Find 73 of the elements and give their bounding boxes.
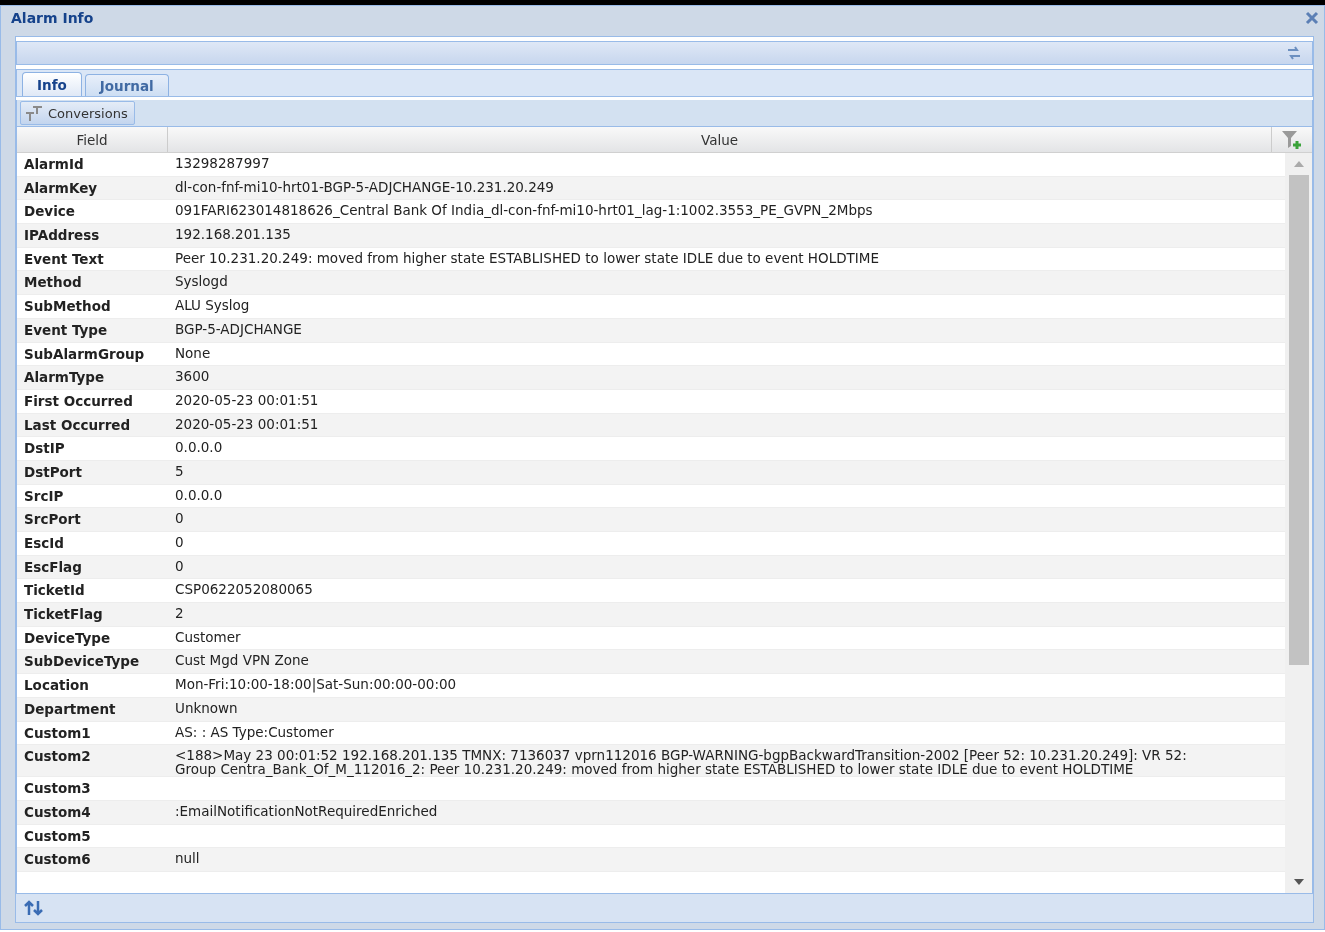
arrows-icon[interactable] bbox=[1286, 46, 1302, 60]
field-value: 2020-05-23 00:01:51 bbox=[174, 390, 320, 410]
field-value: 2020-05-23 00:01:51 bbox=[174, 414, 320, 434]
field-value: 0 bbox=[174, 509, 185, 529]
field-name: Method bbox=[23, 273, 83, 293]
field-name: Event Text bbox=[23, 249, 105, 269]
field-name: Department bbox=[23, 699, 117, 719]
field-name: Custom2 bbox=[23, 747, 92, 767]
field-value: 5 bbox=[174, 461, 185, 481]
field-name: First Occurred bbox=[23, 391, 134, 411]
field-name: Custom5 bbox=[23, 826, 92, 846]
field-value: 0.0.0.0 bbox=[174, 438, 224, 458]
field-value: null bbox=[174, 849, 201, 869]
field-name: SrcPort bbox=[23, 510, 82, 530]
field-value: <188>May 23 00:01:52 192.168.201.135 TMNX: 7136037 vprn112016 BGP-WARNING-bgpBackwardTransition-2002 [Peer 52: 10.231.20.249]: VR 52: Group Centra_Bank_Of_M_112016_2: Peer 10.231.20.249: moved from higher state ESTABLISHED to lower state IDLE due to event HOLDTIME bbox=[174, 746, 1188, 777]
scroll-up-icon[interactable] bbox=[1292, 159, 1305, 169]
field-name: AlarmKey bbox=[23, 178, 99, 198]
field-value: 3600 bbox=[174, 367, 211, 387]
field-name: IPAddress bbox=[23, 226, 101, 246]
field-value: Customer bbox=[174, 627, 242, 647]
field-name: EscId bbox=[23, 534, 65, 553]
field-value: Unknown bbox=[174, 698, 239, 718]
field-name: AlarmId bbox=[23, 155, 85, 174]
field-value: ALU Syslog bbox=[174, 296, 251, 316]
field-value: AS: : AS Type:Customer bbox=[174, 722, 335, 742]
column-header[interactable]: Field bbox=[17, 127, 168, 152]
refresh-arrows-icon[interactable] bbox=[24, 900, 44, 916]
field-value: :EmailNotificationNotRequiredEnriched bbox=[174, 801, 439, 821]
field-value: 0 bbox=[174, 556, 185, 576]
field-name: SubMethod bbox=[23, 297, 112, 317]
conversion-icon bbox=[24, 104, 44, 122]
conversions-button[interactable]: Conversions bbox=[20, 101, 135, 125]
field-name: TicketFlag bbox=[23, 605, 104, 625]
field-name: SrcIP bbox=[23, 486, 65, 506]
field-name: Location bbox=[23, 676, 90, 696]
field-name: EscFlag bbox=[23, 557, 83, 577]
column-header[interactable]: Value bbox=[168, 127, 1272, 152]
field-name: Custom4 bbox=[23, 802, 92, 822]
scroll-thumb[interactable] bbox=[1288, 175, 1309, 665]
scroll-down-icon[interactable] bbox=[1292, 877, 1305, 887]
field-value: 0 bbox=[174, 533, 185, 552]
field-value: dl-con-fnf-mi10-hrt01-BGP-5-ADJCHANGE-10.231.20.249 bbox=[174, 177, 555, 197]
window-title: Alarm Info bbox=[11, 10, 94, 26]
field-name: Custom1 bbox=[23, 723, 92, 743]
field-name: Custom6 bbox=[23, 850, 92, 870]
field-value: Mon-Fri:10:00-18:00|Sat-Sun:00:00-00:00 bbox=[174, 675, 458, 695]
field-name: Device bbox=[23, 202, 76, 222]
scrollbar[interactable] bbox=[1285, 153, 1312, 893]
tab[interactable]: Info bbox=[22, 72, 82, 96]
field-name: Custom3 bbox=[23, 779, 92, 799]
field-name: Event Type bbox=[23, 320, 109, 340]
field-value: CSP0622052080065 bbox=[174, 580, 314, 600]
field-name: Last Occurred bbox=[23, 415, 132, 435]
field-value: 13298287997 bbox=[174, 154, 271, 173]
field-value: 091FARI623014818626_Central Bank Of India_dl-con-fnf-mi10-hrt01_lag-1:1002.3553_PE_GVPN_2Mbps bbox=[174, 201, 874, 221]
field-value: None bbox=[174, 343, 212, 363]
field-value: 0.0.0.0 bbox=[174, 485, 224, 505]
field-name: DstPort bbox=[23, 462, 83, 482]
field-value: Cust Mgd VPN Zone bbox=[174, 651, 310, 671]
field-value: 192.168.201.135 bbox=[174, 225, 292, 245]
field-value: Peer 10.231.20.249: moved from higher state ESTABLISHED to lower state IDLE due to event HOLDTIME bbox=[174, 248, 880, 268]
field-name: TicketId bbox=[23, 581, 86, 601]
filter-add-icon[interactable] bbox=[1281, 129, 1303, 150]
field-name: DeviceType bbox=[23, 628, 112, 648]
field-name: SubDeviceType bbox=[23, 652, 141, 672]
field-value: Syslogd bbox=[174, 272, 229, 292]
close-icon[interactable] bbox=[1304, 10, 1320, 26]
field-value: 2 bbox=[174, 604, 185, 624]
field-name: AlarmType bbox=[23, 368, 106, 388]
field-name: DstIP bbox=[23, 439, 66, 459]
tab[interactable]: Journal bbox=[84, 74, 169, 96]
field-name: SubAlarmGroup bbox=[23, 344, 146, 364]
field-value: BGP-5-ADJCHANGE bbox=[174, 319, 303, 339]
